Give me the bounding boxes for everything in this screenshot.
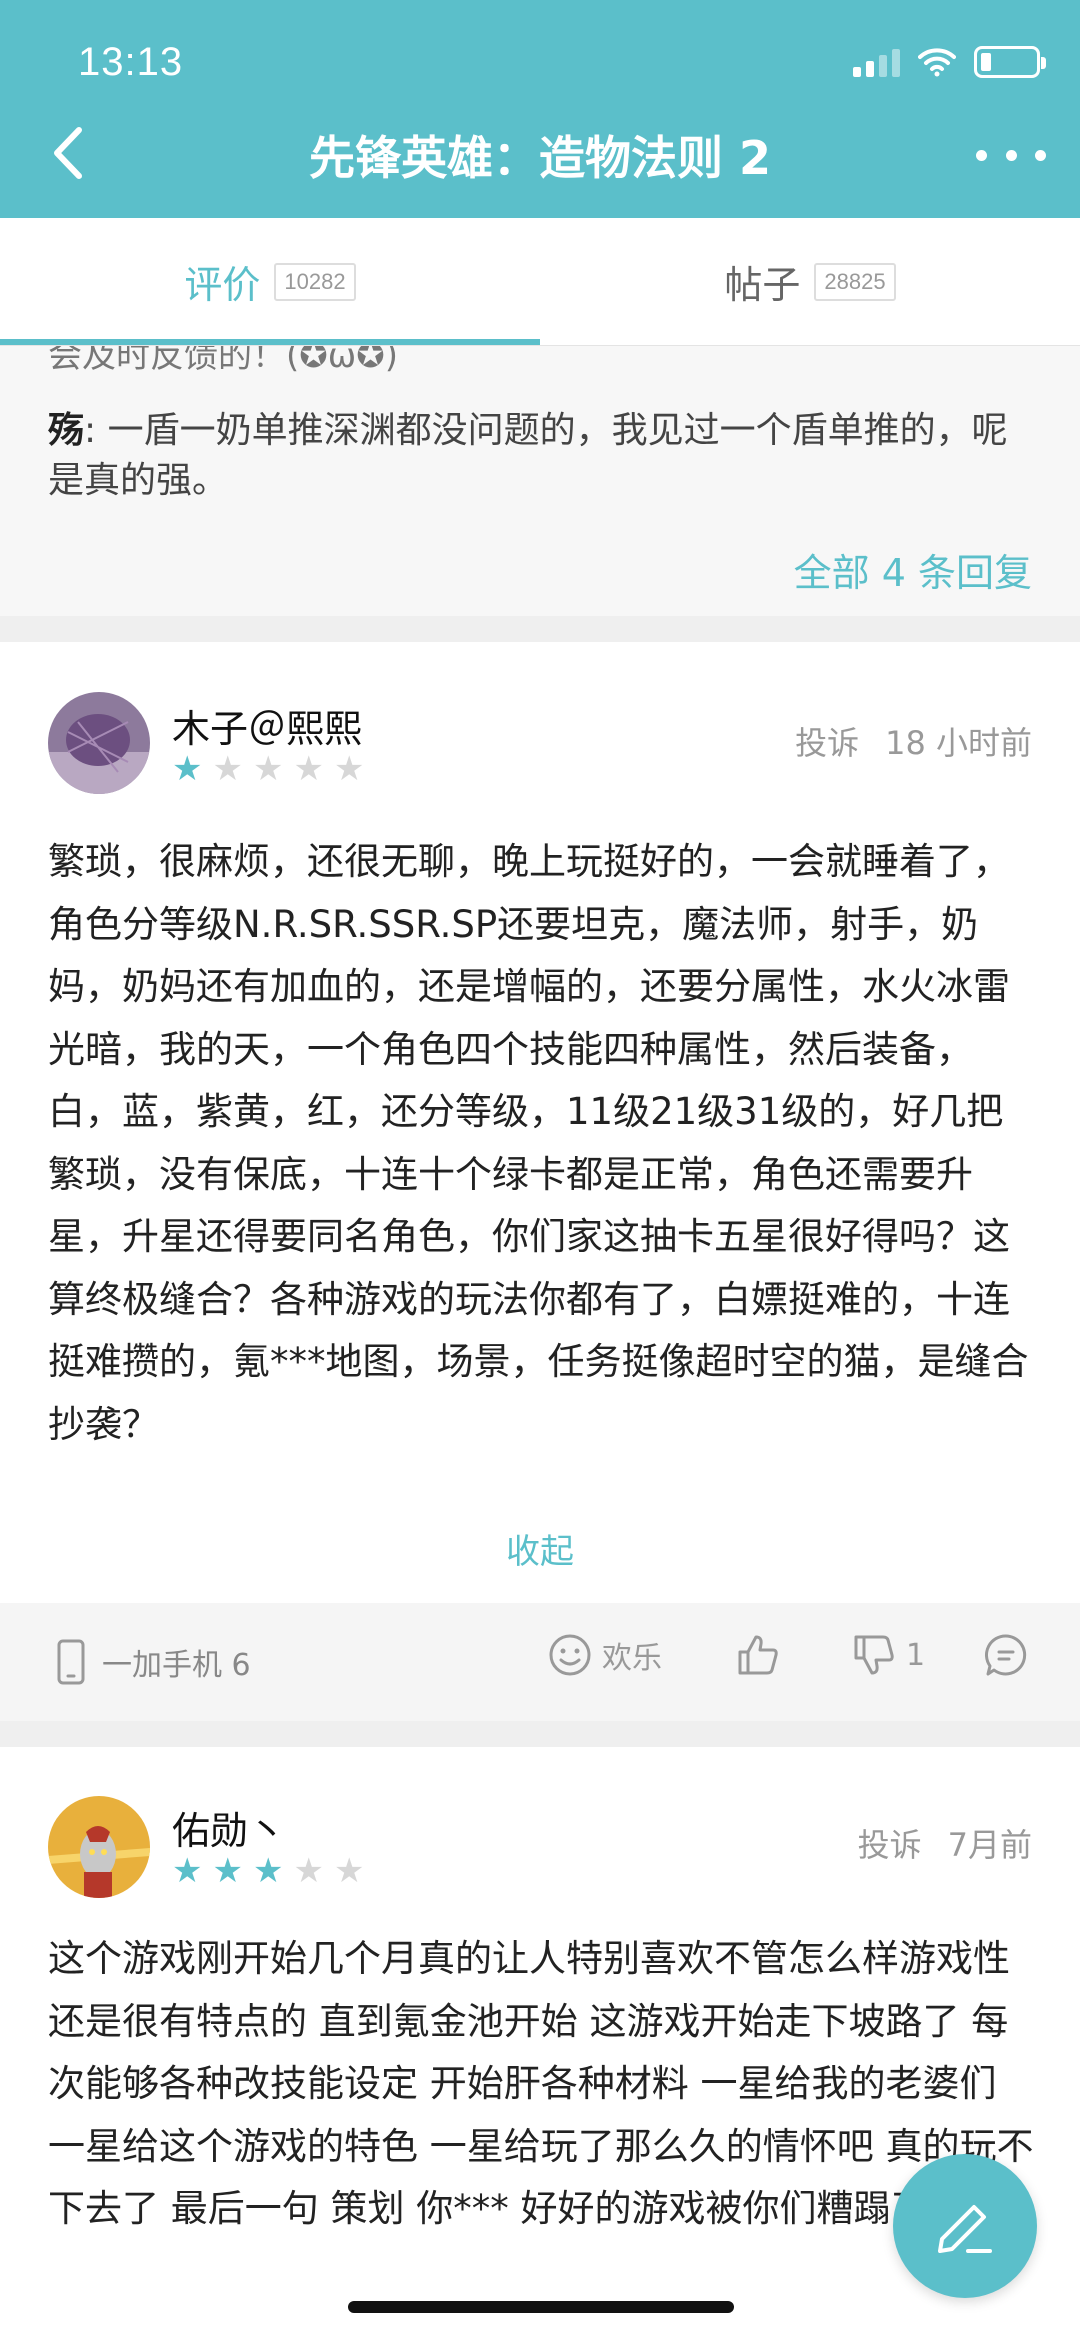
comment-button[interactable] — [984, 1633, 1028, 1677]
dislike-button[interactable]: 1 — [852, 1633, 925, 1677]
review-username[interactable]: 佑勋丶 — [172, 1800, 286, 1855]
emotion-button[interactable]: 欢乐 — [548, 1633, 662, 1677]
review-username[interactable]: 木子＠熙熙 — [172, 698, 362, 753]
divider — [0, 616, 1080, 642]
review-timestamp: 18 小时前 — [885, 724, 1032, 762]
star-empty-icon: ★ — [333, 749, 365, 789]
reply-content: : 一盾一奶单推深渊都没问题的，我见过一个盾单推的，呢是真的强。 — [48, 410, 1008, 501]
tab-count-badge: 28825 — [814, 262, 896, 301]
star-empty-icon: ★ — [293, 1851, 324, 1891]
tab-reviews[interactable]: 评价 10282 — [0, 218, 540, 345]
emotion-label: 欢乐 — [602, 1641, 662, 1676]
report-button[interactable]: 投诉 — [795, 718, 859, 764]
star-filled-icon: ★ — [252, 1851, 284, 1891]
star-empty-icon: ★ — [252, 749, 284, 789]
tab-bar: 评价 10282 帖子 28825 — [0, 218, 1080, 346]
status-time: 13:13 — [78, 40, 184, 84]
status-icons — [853, 46, 1046, 78]
review-meta: 投诉 7月前 — [858, 1820, 1032, 1866]
star-filled-icon: ★ — [212, 1851, 243, 1891]
avatar[interactable] — [48, 692, 150, 794]
star-empty-icon: ★ — [293, 749, 324, 789]
page-title: 先锋英雄：造物法则 2 — [308, 131, 772, 185]
smiley-icon — [549, 1634, 591, 1676]
wifi-icon — [918, 48, 956, 77]
review-timestamp: 7月前 — [947, 1826, 1032, 1864]
comment-icon — [985, 1634, 1027, 1676]
device-name: 一加手机 6 — [102, 1648, 251, 1683]
thumbs-up-icon — [738, 1635, 778, 1675]
device-info: 一加手机 6 — [56, 1639, 251, 1685]
reply-author[interactable]: 殇 — [48, 410, 84, 451]
tab-posts[interactable]: 帖子 28825 — [540, 218, 1080, 345]
star-filled-icon: ★ — [172, 1851, 203, 1891]
tab-count-badge: 10282 — [274, 262, 356, 301]
reply-item: 殇: 一盾一奶单推深渊都没问题的，我见过一个盾单推的，呢是真的强。 — [48, 406, 1038, 506]
cellular-signal-icon — [853, 47, 900, 77]
review-meta: 投诉 18 小时前 — [795, 718, 1032, 764]
app-header: 13:13 先锋英雄：造物法则 2 — [0, 0, 1080, 218]
tab-label: 帖子 — [724, 263, 801, 307]
thumbs-down-icon — [854, 1635, 894, 1675]
divider — [0, 1721, 1080, 1747]
rating-stars: ★ ★ ★ ★ ★ — [172, 752, 364, 786]
pencil-icon — [938, 2205, 992, 2253]
star-filled-icon: ★ — [172, 749, 203, 789]
view-all-replies-link[interactable]: 全部 4 条回复 — [794, 542, 1032, 597]
rating-stars: ★ ★ ★ ★ ★ — [172, 1854, 364, 1888]
star-empty-icon: ★ — [212, 749, 243, 789]
like-button[interactable] — [736, 1633, 780, 1677]
review-text: 这个游戏刚开始几个月真的让人特别喜欢不管怎么样游戏性还是很有特点的 直到氪金池开… — [48, 1937, 1034, 2230]
reply-partial-text: 会及时反馈的！(✪ω✪) — [48, 346, 398, 376]
phone-icon — [57, 1639, 85, 1685]
avatar[interactable] — [48, 1796, 150, 1898]
dislike-count: 1 — [906, 1637, 926, 1673]
active-tab-indicator — [0, 339, 540, 345]
write-review-button[interactable] — [893, 2154, 1037, 2298]
collapse-button[interactable]: 收起 — [0, 1524, 1080, 1573]
review-footer: 一加手机 6 欢乐 1 — [0, 1603, 1080, 1721]
review-text: 繁琐，很麻烦，还很无聊，晚上玩挺好的，一会就睡着了，角色分等级N.R.SR.SS… — [48, 840, 1029, 1446]
star-empty-icon: ★ — [333, 1851, 365, 1891]
tab-label: 评价 — [184, 263, 261, 307]
battery-icon — [974, 46, 1046, 78]
home-indicator — [348, 2301, 734, 2313]
reply-section: 会及时反馈的！(✪ω✪) 殇: 一盾一奶单推深渊都没问题的，我见过一个盾单推的，… — [0, 346, 1080, 616]
report-button[interactable]: 投诉 — [858, 1820, 922, 1866]
more-options-button[interactable] — [976, 130, 1046, 180]
